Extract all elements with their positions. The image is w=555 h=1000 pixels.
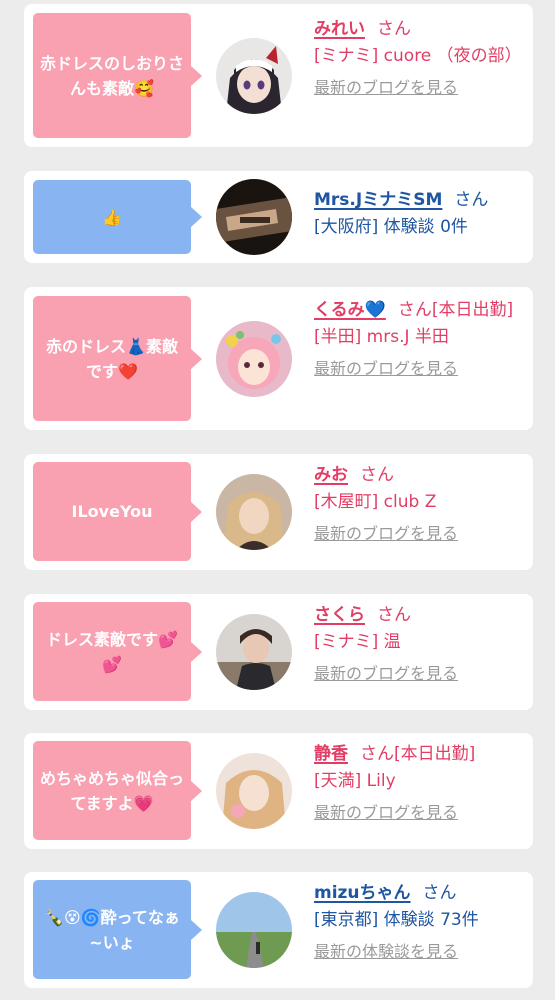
latest-blog-link[interactable]: 最新のブログを見る: [314, 520, 525, 547]
avatar[interactable]: [216, 474, 292, 550]
avatar[interactable]: [216, 614, 292, 690]
shop-info: [大阪府] 体験談 0件: [314, 217, 468, 237]
user-name-link[interactable]: さくら: [314, 605, 365, 625]
latest-blog-link[interactable]: 最新のブログを見る: [314, 355, 525, 382]
latest-review-link[interactable]: 最新の体験談を見る: [314, 938, 525, 965]
latest-blog-link[interactable]: 最新のブログを見る: [314, 74, 525, 101]
message-card: 赤のドレス👗素敵です❤️ くるみ💙 さん[本日出勤] [半田] mrs.J 半田 …: [24, 287, 533, 430]
latest-blog-link[interactable]: 最新のブログを見る: [314, 799, 525, 826]
message-bubble: 赤ドレスのしおりさんも素敵🥰: [33, 13, 202, 138]
message-bubble: 🍾😵🌀酔ってなぁ~いょ: [33, 880, 202, 979]
message-card: ILoveYou みお さん [木屋町] club Z 最新のブログを見る: [24, 454, 533, 570]
shop-info: [東京都] 体験談 73件: [314, 910, 479, 930]
user-name-link[interactable]: みお: [314, 465, 348, 485]
card-info: さくら さん [ミナミ] 温 最新のブログを見る: [314, 602, 525, 687]
message-bubble: ILoveYou: [33, 462, 202, 561]
card-info: 静香 さん[本日出勤] [天満] Lily 最新のブログを見る: [314, 741, 525, 826]
user-suffix: さん: [360, 465, 394, 485]
user-name-link[interactable]: 静香: [314, 744, 348, 764]
user-name-link[interactable]: Mrs.JミナミSM: [314, 190, 442, 210]
message-card: 👍 Mrs.JミナミSM さん [大阪府] 体験談 0件: [24, 171, 533, 263]
avatar[interactable]: [216, 321, 292, 397]
card-info: みお さん [木屋町] club Z 最新のブログを見る: [314, 462, 525, 547]
user-suffix: さん: [377, 19, 411, 39]
user-suffix: さん[本日出勤]: [397, 300, 514, 320]
card-info: mizuちゃん さん [東京都] 体験談 73件 最新の体験談を見る: [314, 880, 525, 965]
user-suffix: さん: [454, 190, 489, 210]
message-bubble: 👍: [33, 180, 202, 254]
message-card: めちゃめちゃ似合ってますよ💗 静香 さん[本日出勤] [天満] Lily 最新のブ…: [24, 733, 533, 849]
card-info: くるみ💙 さん[本日出勤] [半田] mrs.J 半田 最新のブログを見る: [314, 297, 525, 382]
message-card: ドレス素敵です💕💕 さくら さん [ミナミ] 温 最新のブログを見る: [24, 594, 533, 710]
user-suffix: さん: [422, 883, 457, 903]
shop-info: [木屋町] club Z: [314, 492, 437, 512]
user-name-link[interactable]: みれい: [314, 19, 365, 39]
avatar[interactable]: [216, 38, 292, 114]
user-suffix: さん: [377, 605, 411, 625]
avatar[interactable]: [216, 179, 292, 255]
card-info: みれい さん [ミナミ] cuore （夜の部） 最新のブログを見る: [314, 16, 525, 101]
avatar[interactable]: [216, 753, 292, 829]
shop-info: [天満] Lily: [314, 771, 396, 791]
latest-blog-link[interactable]: 最新のブログを見る: [314, 660, 525, 687]
card-info: Mrs.JミナミSM さん [大阪府] 体験談 0件: [314, 187, 525, 241]
shop-info: [ミナミ] cuore （夜の部）: [314, 46, 522, 66]
message-bubble: めちゃめちゃ似合ってますよ💗: [33, 741, 202, 840]
user-name-link[interactable]: mizuちゃん: [314, 883, 411, 903]
shop-info: [ミナミ] 温: [314, 632, 401, 652]
message-card: 赤ドレスのしおりさんも素敵🥰 みれい さん [ミナミ] cuore （夜の部） 最…: [24, 4, 533, 147]
message-card: 🍾😵🌀酔ってなぁ~いょ mizuちゃん さん [東京都] 体験談 73件 最新の体…: [24, 872, 533, 988]
user-suffix: さん[本日出勤]: [360, 744, 476, 764]
message-bubble: 赤のドレス👗素敵です❤️: [33, 296, 202, 421]
message-bubble: ドレス素敵です💕💕: [33, 602, 202, 701]
user-name-link[interactable]: くるみ💙: [314, 300, 386, 320]
avatar[interactable]: [216, 892, 292, 968]
shop-info: [半田] mrs.J 半田: [314, 327, 449, 347]
